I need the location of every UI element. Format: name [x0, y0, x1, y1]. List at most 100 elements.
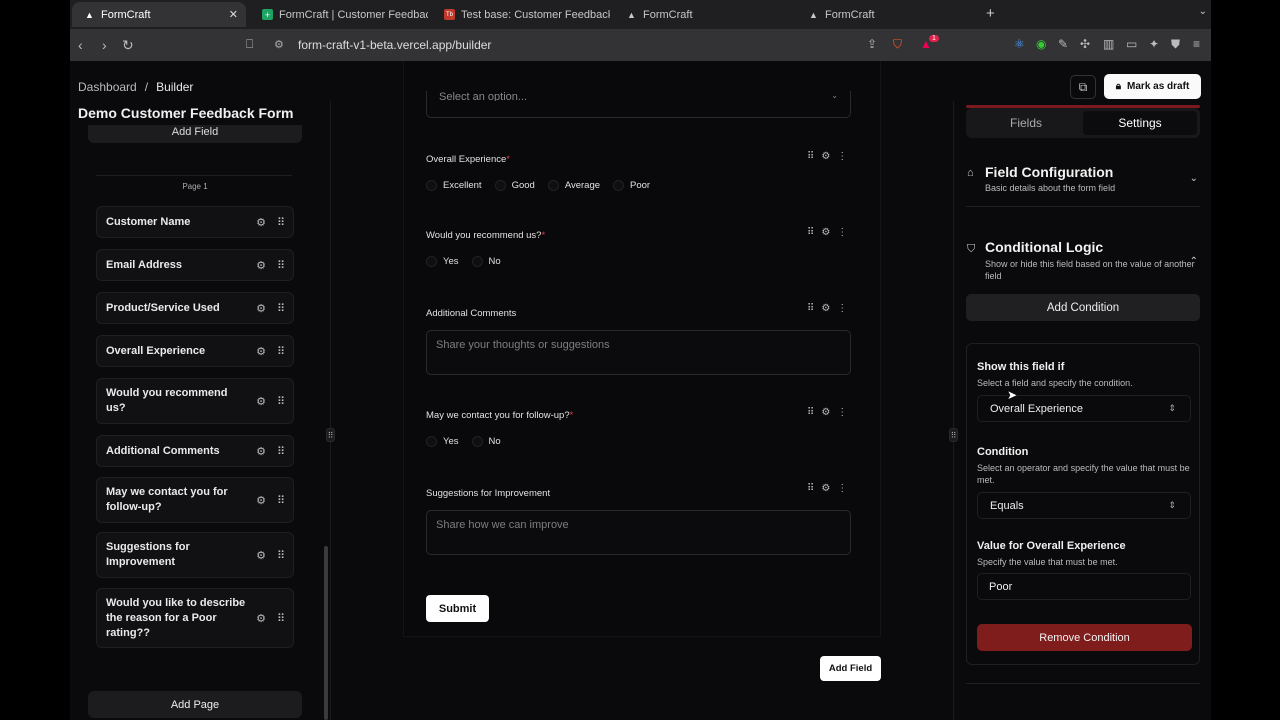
drag-handle-icon[interactable]: ⠿ [277, 494, 285, 507]
share-icon[interactable]: ⇪ [867, 37, 877, 51]
leo-ai-icon[interactable]: ✦ [1149, 37, 1159, 51]
radio-option[interactable]: Good [494, 180, 535, 191]
field-item-customer-name[interactable]: Customer Name ⚙ ⠿ [96, 206, 294, 238]
new-tab-icon[interactable]: + [986, 5, 995, 22]
operator-select[interactable]: Equals ⇕ [977, 492, 1191, 519]
radio-button[interactable] [426, 180, 437, 191]
drag-handle-icon[interactable]: ⠿ [277, 259, 285, 272]
back-icon[interactable]: ‹ [78, 37, 83, 53]
gear-icon[interactable]: ⚙ [256, 445, 266, 458]
field-config-title[interactable]: Field Configuration [985, 164, 1113, 180]
drag-handle-icon[interactable]: ⠿ [277, 445, 285, 458]
suggestions-textarea[interactable]: Share how we can improve [426, 510, 851, 555]
add-field-button-bottom[interactable]: Add Field [820, 656, 881, 681]
chevron-down-icon[interactable]: ⌄ [1199, 6, 1207, 17]
gear-icon[interactable]: ⚙ [256, 302, 266, 315]
copy-button[interactable]: ⧉ [1070, 75, 1096, 99]
drag-handle-icon[interactable]: ⠿ [277, 549, 285, 562]
comments-textarea[interactable]: Share your thoughts or suggestions [426, 330, 851, 375]
radio-option[interactable]: Average [547, 180, 600, 191]
radio-option[interactable]: No [471, 436, 501, 447]
left-scrollbar[interactable] [324, 546, 328, 720]
react-devtools-icon[interactable]: ⚛ [1014, 37, 1025, 51]
field-item-poor-rating-reason[interactable]: Would you like to describe the reason fo… [96, 588, 294, 648]
drag-handle-icon[interactable]: ⠿ [807, 303, 814, 314]
radio-button[interactable] [471, 256, 483, 267]
gear-icon[interactable]: ⚙ [256, 216, 266, 229]
more-vertical-icon[interactable]: ⋮ [837, 227, 847, 238]
reload-icon[interactable]: ↻ [122, 37, 134, 54]
drag-handle-icon[interactable]: ⠿ [277, 216, 285, 229]
gear-icon[interactable]: ⚙ [821, 303, 830, 314]
radio-button[interactable] [471, 436, 483, 447]
drag-handle-icon[interactable]: ⠿ [807, 407, 814, 418]
radio-button[interactable] [613, 180, 625, 191]
drag-handle-icon[interactable]: ⠿ [807, 151, 814, 162]
tab-test-base[interactable]: Tb Test base: Customer Feedback - [432, 2, 610, 27]
tab-formcraft-active[interactable]: ▲ FormCraft ✕ [72, 2, 246, 27]
drag-handle-icon[interactable]: ⠿ [277, 302, 285, 315]
tab-formcraft-3[interactable]: ▲ FormCraft [796, 2, 974, 27]
drag-handle-icon[interactable]: ⠿ [277, 345, 285, 358]
resize-handle-left[interactable]: ⠿ [326, 428, 335, 442]
gear-icon[interactable]: ⚙ [821, 407, 830, 418]
radio-button[interactable] [547, 180, 559, 191]
add-page-button[interactable]: Add Page [88, 691, 302, 718]
eyedropper-icon[interactable]: ✎ [1058, 37, 1068, 51]
field-item-suggestions[interactable]: Suggestions for Improvement ⚙ ⠿ [96, 532, 294, 578]
gear-icon[interactable]: ⚙ [821, 227, 830, 238]
gear-icon[interactable]: ⚙ [256, 612, 266, 625]
submit-button[interactable]: Submit [426, 595, 489, 622]
url-field[interactable]: ⚙ form-craft-v1-beta.vercel.app/builder [266, 33, 952, 57]
field-item-additional-comments[interactable]: Additional Comments ⚙ ⠿ [96, 435, 294, 467]
drag-handle-icon[interactable]: ⠿ [807, 483, 814, 494]
radio-option[interactable]: Poor [613, 180, 650, 191]
drag-handle-icon[interactable]: ⠿ [807, 227, 814, 238]
gear-icon[interactable]: ⚙ [256, 395, 266, 408]
radio-option[interactable]: Excellent [426, 180, 482, 191]
field-item-overall-experience[interactable]: Overall Experience ⚙ ⠿ [96, 335, 294, 367]
radio-button[interactable] [426, 436, 437, 447]
more-vertical-icon[interactable]: ⋮ [837, 151, 847, 162]
extensions-icon[interactable]: ✣ [1080, 37, 1090, 51]
brave-shield-icon[interactable]: ⛉ [893, 37, 902, 52]
extension-green-icon[interactable]: ◉ [1036, 37, 1046, 51]
bookmark-icon[interactable]: ⎕ [246, 37, 253, 52]
sidebar-icon[interactable]: ▥ [1103, 37, 1114, 51]
gear-icon[interactable]: ⚙ [821, 483, 830, 494]
more-vertical-icon[interactable]: ⋮ [837, 303, 847, 314]
radio-button[interactable] [494, 180, 506, 191]
radio-button[interactable] [426, 256, 437, 267]
radio-option[interactable]: Yes [426, 436, 459, 447]
tab-fields[interactable]: Fields [969, 111, 1083, 135]
field-item-email-address[interactable]: Email Address ⚙ ⠿ [96, 249, 294, 281]
chevron-up-icon[interactable]: ⌃ [1190, 256, 1198, 267]
gear-icon[interactable]: ⚙ [256, 494, 266, 507]
add-field-button-top[interactable]: Add Field [88, 125, 302, 143]
site-settings-icon[interactable]: ⚙ [274, 38, 284, 51]
gear-icon[interactable]: ⚙ [821, 151, 830, 162]
tab-settings[interactable]: Settings [1083, 111, 1197, 135]
forward-icon[interactable]: › [102, 37, 107, 53]
vpn-icon[interactable]: ⛊ [1171, 37, 1180, 52]
radio-option[interactable]: Yes [426, 256, 459, 267]
menu-icon[interactable]: ≡ [1193, 37, 1200, 51]
mark-as-draft-button[interactable]: 🔒︎ Mark as draft [1104, 74, 1201, 99]
radio-option[interactable]: No [471, 256, 501, 267]
tab-formcraft-feedback[interactable]: + FormCraft | Customer Feedback F [250, 2, 428, 27]
field-item-product-service[interactable]: Product/Service Used ⚙ ⠿ [96, 292, 294, 324]
close-tab-icon[interactable]: ✕ [229, 8, 238, 21]
tab-formcraft-2[interactable]: ▲ FormCraft [614, 2, 792, 27]
wallet-icon[interactable]: ▭ [1126, 37, 1137, 51]
gear-icon[interactable]: ⚙ [256, 549, 266, 562]
value-input[interactable]: Poor [977, 573, 1191, 600]
more-vertical-icon[interactable]: ⋮ [837, 483, 847, 494]
gear-icon[interactable]: ⚙ [256, 259, 266, 272]
add-condition-button[interactable]: Add Condition [966, 294, 1200, 321]
select-field[interactable]: Select an option... ⌄ [426, 91, 851, 118]
field-item-follow-up[interactable]: May we contact you for follow-up? ⚙ ⠿ [96, 477, 294, 523]
field-item-recommend[interactable]: Would you recommend us? ⚙ ⠿ [96, 378, 294, 424]
chevron-down-icon[interactable]: ⌄ [1190, 173, 1198, 184]
drag-handle-icon[interactable]: ⠿ [277, 612, 285, 625]
drag-handle-icon[interactable]: ⠿ [277, 395, 285, 408]
